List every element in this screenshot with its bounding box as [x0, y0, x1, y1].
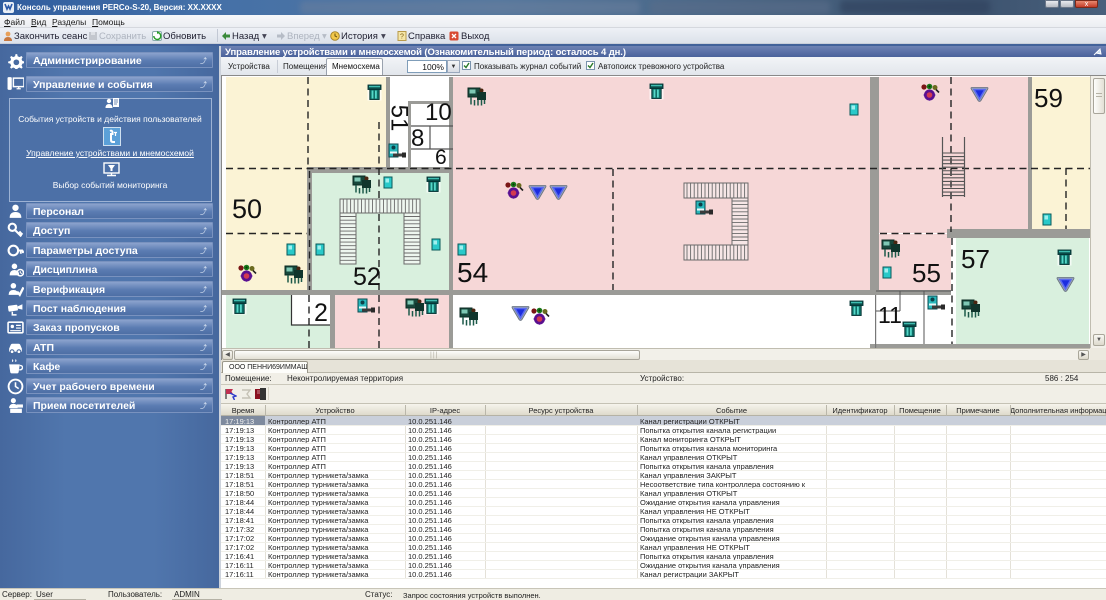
svg-text:11: 11: [878, 302, 902, 328]
svg-text:10: 10: [425, 99, 452, 126]
svg-text:?: ?: [400, 34, 404, 41]
svg-text:54: 54: [457, 257, 488, 288]
svg-text:51: 51: [386, 105, 413, 132]
svg-text:2: 2: [314, 299, 328, 327]
svg-text:52: 52: [353, 263, 381, 291]
svg-text:50: 50: [232, 194, 262, 224]
svg-text:59: 59: [1034, 83, 1063, 113]
svg-text:6: 6: [435, 146, 447, 169]
svg-text:55: 55: [912, 258, 941, 288]
svg-text:57: 57: [961, 244, 990, 274]
